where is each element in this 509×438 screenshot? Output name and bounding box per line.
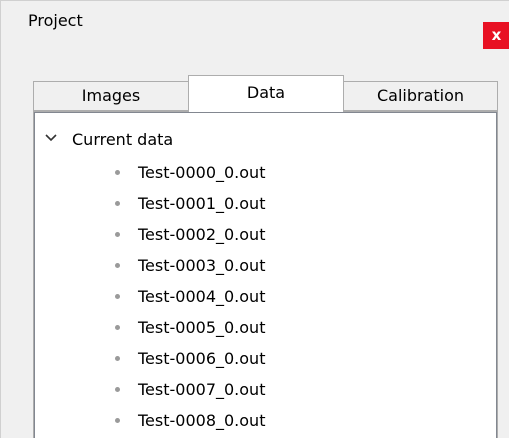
tree-item-label: Test-0002_0.out — [138, 225, 266, 244]
tree-item-label: Test-0007_0.out — [138, 380, 266, 399]
tree-root-label: Current data — [72, 130, 174, 149]
tree-item[interactable]: Test-0006_0.out — [35, 345, 495, 375]
tree-item-label: Test-0003_0.out — [138, 256, 266, 275]
tree-item[interactable]: Test-0004_0.out — [35, 283, 495, 313]
tree-item-label: Test-0006_0.out — [138, 349, 266, 368]
bullet-icon — [115, 294, 120, 299]
tree-item[interactable]: Test-0000_0.out — [35, 159, 495, 189]
bullet-icon — [115, 232, 120, 237]
tab-calibration[interactable]: Calibration — [344, 81, 498, 111]
close-button[interactable]: x — [483, 22, 509, 49]
tree-item[interactable]: Test-0008_0.out — [35, 407, 495, 437]
tree-item-label: Test-0004_0.out — [138, 287, 266, 306]
tab-bar: Images Data Calibration — [33, 75, 498, 112]
tree-item[interactable]: Test-0003_0.out — [35, 252, 495, 282]
tab-data[interactable]: Data — [188, 75, 344, 112]
bullet-icon — [115, 201, 120, 206]
tree-item[interactable]: Test-0007_0.out — [35, 376, 495, 406]
tab-content: Current data Test-0000_0.out Test-0001_0… — [33, 111, 498, 438]
bullet-icon — [115, 356, 120, 361]
tree-item-label: Test-0001_0.out — [138, 194, 266, 213]
tab-images[interactable]: Images — [33, 81, 188, 111]
tree-item[interactable]: Test-0002_0.out — [35, 221, 495, 251]
tree-item[interactable]: Test-0005_0.out — [35, 314, 495, 344]
bullet-icon — [115, 263, 120, 268]
panel-title: Project — [28, 11, 83, 30]
bullet-icon — [115, 170, 120, 175]
project-panel: Project x Images Data Calibration Curren… — [0, 0, 509, 438]
panel-titlebar: Project x — [1, 1, 509, 49]
tree-item-label: Test-0005_0.out — [138, 318, 266, 337]
tree-item-label: Test-0000_0.out — [138, 163, 266, 182]
bullet-icon — [115, 418, 120, 423]
chevron-down-icon[interactable] — [45, 132, 57, 144]
bullet-icon — [115, 387, 120, 392]
bullet-icon — [115, 325, 120, 330]
tree-item-label: Test-0008_0.out — [138, 411, 266, 430]
tree-item[interactable]: Test-0001_0.out — [35, 190, 495, 220]
tree-root-current-data[interactable]: Current data — [35, 129, 495, 153]
data-tree[interactable]: Current data Test-0000_0.out Test-0001_0… — [34, 112, 497, 438]
